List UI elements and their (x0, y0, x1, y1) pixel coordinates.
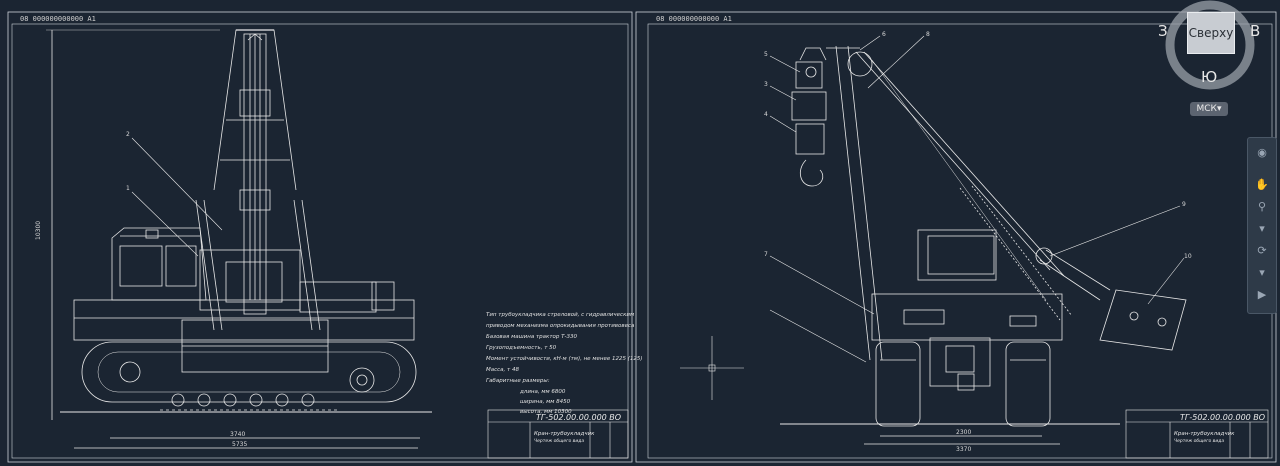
svg-text:приводом механизма опрокидыван: приводом механизма опрокидывания противо… (486, 323, 635, 329)
navigation-bar: ◉ ✋ ⚲ ▾ ⟳ ▾ ▶ (1247, 137, 1277, 314)
right-leader-10: 10 (1184, 253, 1192, 260)
showmotion-icon[interactable]: ▶ (1253, 288, 1271, 302)
viewcube-south[interactable]: Ю (1201, 68, 1217, 86)
zoom-extents-icon[interactable]: ⚲ (1253, 200, 1271, 214)
right-leader-8: 8 (926, 31, 930, 38)
viewcube-top-face[interactable]: Сверху (1187, 12, 1235, 54)
right-leader-5: 5 (764, 51, 768, 58)
orbit-icon[interactable]: ⟳ (1253, 244, 1271, 258)
svg-text:Габаритные размеры:: Габаритные размеры: (486, 378, 550, 384)
orbit-dropdown-icon[interactable]: ▾ (1253, 266, 1271, 280)
viewcube-west[interactable]: З (1158, 22, 1168, 40)
right-title-sub: Чертеж общего вида (1174, 438, 1224, 444)
left-dim-track: 3740 (230, 431, 245, 438)
svg-text:Масса, т: Масса, т 48 (486, 367, 519, 373)
steering-wheel-icon[interactable]: ◉ (1253, 146, 1271, 160)
right-frame-tag: 08 000000000000 А1 (656, 15, 732, 23)
left-title-name: Кран-трубоукладчик (534, 431, 595, 437)
right-leader-3: 3 (764, 81, 768, 88)
svg-text:Базовая машина: Базовая машина трактор Т-330 (486, 334, 577, 340)
right-title-name: Кран-трубоукладчик (1174, 431, 1235, 437)
svg-text:Момент устойчивости, кН·м (тм): Момент устойчивости, кН·м (тм), не менее… (486, 356, 643, 362)
viewcube-east[interactable]: В (1250, 22, 1260, 40)
right-dim-outer: 3370 (956, 446, 971, 453)
left-dim-height: 10300 (35, 221, 42, 240)
svg-text:Тип трубоукладчика стре: Тип трубоукладчика стреловой, с гидравли… (486, 312, 634, 318)
left-title-sub: Чертеж общего вида (534, 438, 584, 444)
right-dim-inner: 2300 (956, 429, 971, 436)
left-leader-2: 2 (126, 131, 130, 138)
zoom-dropdown-icon[interactable]: ▾ (1253, 222, 1271, 236)
right-leader-4: 4 (764, 111, 768, 118)
wcs-menu-button[interactable]: МСК ▾ (1190, 102, 1228, 116)
right-leader-6: 6 (882, 31, 886, 38)
right-title-code: ТГ-502.00.00.000 ВО (1180, 413, 1265, 422)
pan-hand-icon[interactable]: ✋ (1253, 178, 1271, 192)
left-frame-tag: 08 000000000000 А1 (20, 15, 96, 23)
left-dim-total: 5735 (232, 441, 247, 448)
left-leader-1: 1 (126, 185, 130, 192)
right-leader-9: 9 (1182, 201, 1186, 208)
drawing-canvas[interactable]: 08 000000000000 А1 10300 3740 5735 2 1 Т… (0, 0, 1280, 466)
svg-text:высота, мм: высота, мм 10300 (520, 409, 572, 415)
svg-text:Грузоподъемность, т 50: Грузоподъемность, т 50 (486, 345, 557, 351)
svg-text:ширина, мм: ширина, мм 8450 (520, 399, 571, 405)
right-leader-7: 7 (764, 251, 768, 258)
svg-text:длина, мм: длина, мм 6800 (519, 389, 566, 395)
